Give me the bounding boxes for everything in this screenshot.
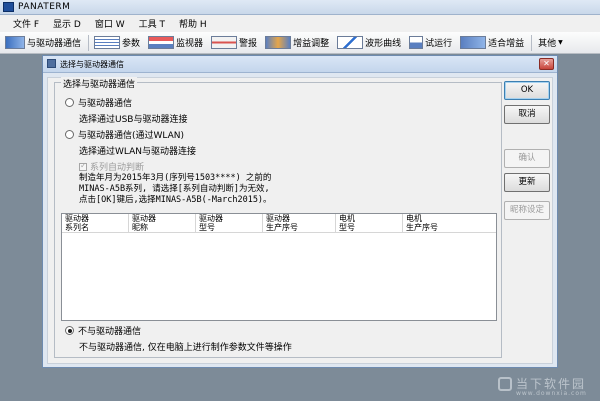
table-header: 驱动器 系列名 驱动器 昵称 驱动器 型号 驱动器 生产序号 电机 型号 电机 … (62, 214, 496, 233)
monitor-icon (148, 36, 175, 49)
update-button[interactable]: 更新 (504, 173, 550, 192)
column-drive-nickname[interactable]: 驱动器 昵称 (129, 214, 196, 232)
radio-wlan-label: 与驱动器通信(通过WLAN) (78, 131, 185, 141)
trial-run-icon (409, 36, 424, 49)
column-drive-series[interactable]: 驱动器 系列名 (62, 214, 129, 232)
toolbar-trial-run-label: 试运行 (425, 39, 453, 49)
toolbar-alarm-button[interactable]: 警报 (208, 34, 260, 52)
toolbar-parameter-label: 参数 (122, 39, 141, 49)
radio-offline-label: 不与驱动器通信 (78, 327, 142, 337)
menu-file[interactable]: 文件 F (6, 17, 46, 30)
column-motor-model[interactable]: 电机 型号 (336, 214, 403, 232)
toolbar-communication-label: 与驱动器通信 (27, 39, 82, 49)
nickname-setting-button[interactable]: 昵称设定 (504, 201, 550, 220)
group-title: 选择与驱动器通信 (61, 77, 138, 90)
wlan-description: 选择通过WLAN与驱动器连接 (79, 147, 197, 157)
toolbar-alarm-label: 警报 (239, 39, 258, 49)
dialog-title: 选择与驱动器通信 (60, 60, 124, 69)
toolbar-gain-adjust-label: 增益调整 (293, 39, 330, 49)
note-line: 点击[OK]键后,选择MINAS-A5B(-March2015)。 (79, 195, 272, 205)
watermark: 当下软件园 www.downxia.com (497, 375, 586, 397)
toolbar: 与驱动器通信 参数 监视器 警报 增益调整 波形曲线 试运行 适合增益 其他 ▼ (0, 32, 600, 54)
menu-help[interactable]: 帮助 H (172, 17, 214, 30)
communication-icon (5, 36, 25, 49)
auto-detect-checkbox-row[interactable]: 系列自动判断 (79, 160, 144, 173)
toolbar-monitor-label: 监视器 (176, 39, 204, 49)
radio-offline[interactable] (65, 326, 74, 335)
radio-usb-label: 与驱动器通信 (78, 99, 133, 109)
confirm-button[interactable]: 确认 (504, 149, 550, 168)
communication-dialog: 选择与驱动器通信 ✕ 选择与驱动器通信 与驱动器通信 选择通过USB与驱动器连接… (42, 55, 558, 368)
menu-tools[interactable]: 工具 T (132, 17, 172, 30)
column-drive-model[interactable]: 驱动器 型号 (196, 214, 263, 232)
close-icon[interactable]: ✕ (539, 58, 554, 70)
radio-usb[interactable] (65, 98, 74, 107)
cancel-button[interactable]: 取消 (504, 105, 550, 124)
waveform-icon (337, 36, 364, 49)
toolbar-fit-gain-label: 适合增益 (488, 39, 525, 49)
dialog-body: 选择与驱动器通信 与驱动器通信 选择通过USB与驱动器连接 与驱动器通信(通过W… (47, 77, 553, 364)
offline-description: 不与驱动器通信, 仅在电脑上进行制作参数文件等操作 (79, 343, 292, 353)
usb-description: 选择通过USB与驱动器连接 (79, 115, 188, 125)
toolbar-waveform-label: 波形曲线 (365, 39, 402, 49)
column-drive-serial[interactable]: 驱动器 生产序号 (263, 214, 336, 232)
column-motor-serial[interactable]: 电机 生产序号 (403, 214, 496, 232)
toolbar-parameter-button[interactable]: 参数 (91, 34, 143, 52)
note-line: MINAS-A5B系列, 请选择[系列自动判断]为无效, (79, 184, 270, 194)
app-title: PANATERM (18, 2, 71, 12)
toolbar-more-button[interactable]: 其他 ▼ (534, 34, 567, 52)
auto-detect-label: 系列自动判断 (90, 163, 145, 173)
app-icon (3, 2, 14, 12)
gain-adjust-icon (265, 36, 292, 49)
menu-view[interactable]: 显示 D (46, 17, 88, 30)
radio-offline-option[interactable]: 不与驱动器通信 (65, 324, 141, 337)
auto-detect-checkbox[interactable] (79, 161, 87, 171)
radio-wlan-option[interactable]: 与驱动器通信(通过WLAN) (65, 128, 184, 141)
radio-usb-option[interactable]: 与驱动器通信 (65, 96, 132, 109)
toolbar-separator (88, 34, 90, 51)
toolbar-separator (531, 34, 533, 51)
toolbar-gain-adjust-button[interactable]: 增益调整 (262, 34, 332, 52)
menu-window[interactable]: 窗口 W (88, 17, 132, 30)
series-note: 制造年月为2015年3月(序列号1503****) 之前的 MINAS-A5B系… (79, 173, 272, 206)
fit-gain-icon (460, 36, 487, 49)
app-titlebar: PANATERM (0, 0, 600, 15)
alarm-icon (211, 36, 238, 49)
toolbar-communication-button[interactable]: 与驱动器通信 (2, 34, 84, 52)
drive-list-table[interactable]: 驱动器 系列名 驱动器 昵称 驱动器 型号 驱动器 生产序号 电机 型号 电机 … (61, 213, 497, 321)
menu-bar: 文件 F 显示 D 窗口 W 工具 T 帮助 H (0, 15, 600, 32)
dialog-app-icon (47, 59, 56, 68)
toolbar-fit-gain-button[interactable]: 适合增益 (457, 34, 527, 52)
parameter-icon (94, 36, 121, 49)
chevron-down-icon: ▼ (558, 39, 563, 46)
note-line: 制造年月为2015年3月(序列号1503****) 之前的 (79, 173, 272, 183)
connection-group: 选择与驱动器通信 与驱动器通信 选择通过USB与驱动器连接 与驱动器通信(通过W… (54, 77, 502, 358)
radio-wlan[interactable] (65, 130, 74, 139)
toolbar-more-label: 其他 (538, 39, 557, 49)
toolbar-monitor-button[interactable]: 监视器 (145, 34, 206, 52)
dialog-titlebar: 选择与驱动器通信 ✕ (43, 56, 557, 73)
ok-button[interactable]: OK (504, 81, 550, 100)
watermark-url: www.downxia.com (515, 390, 587, 397)
toolbar-trial-run-button[interactable]: 试运行 (406, 34, 455, 52)
toolbar-waveform-button[interactable]: 波形曲线 (334, 34, 404, 52)
watermark-logo-icon (497, 376, 512, 391)
